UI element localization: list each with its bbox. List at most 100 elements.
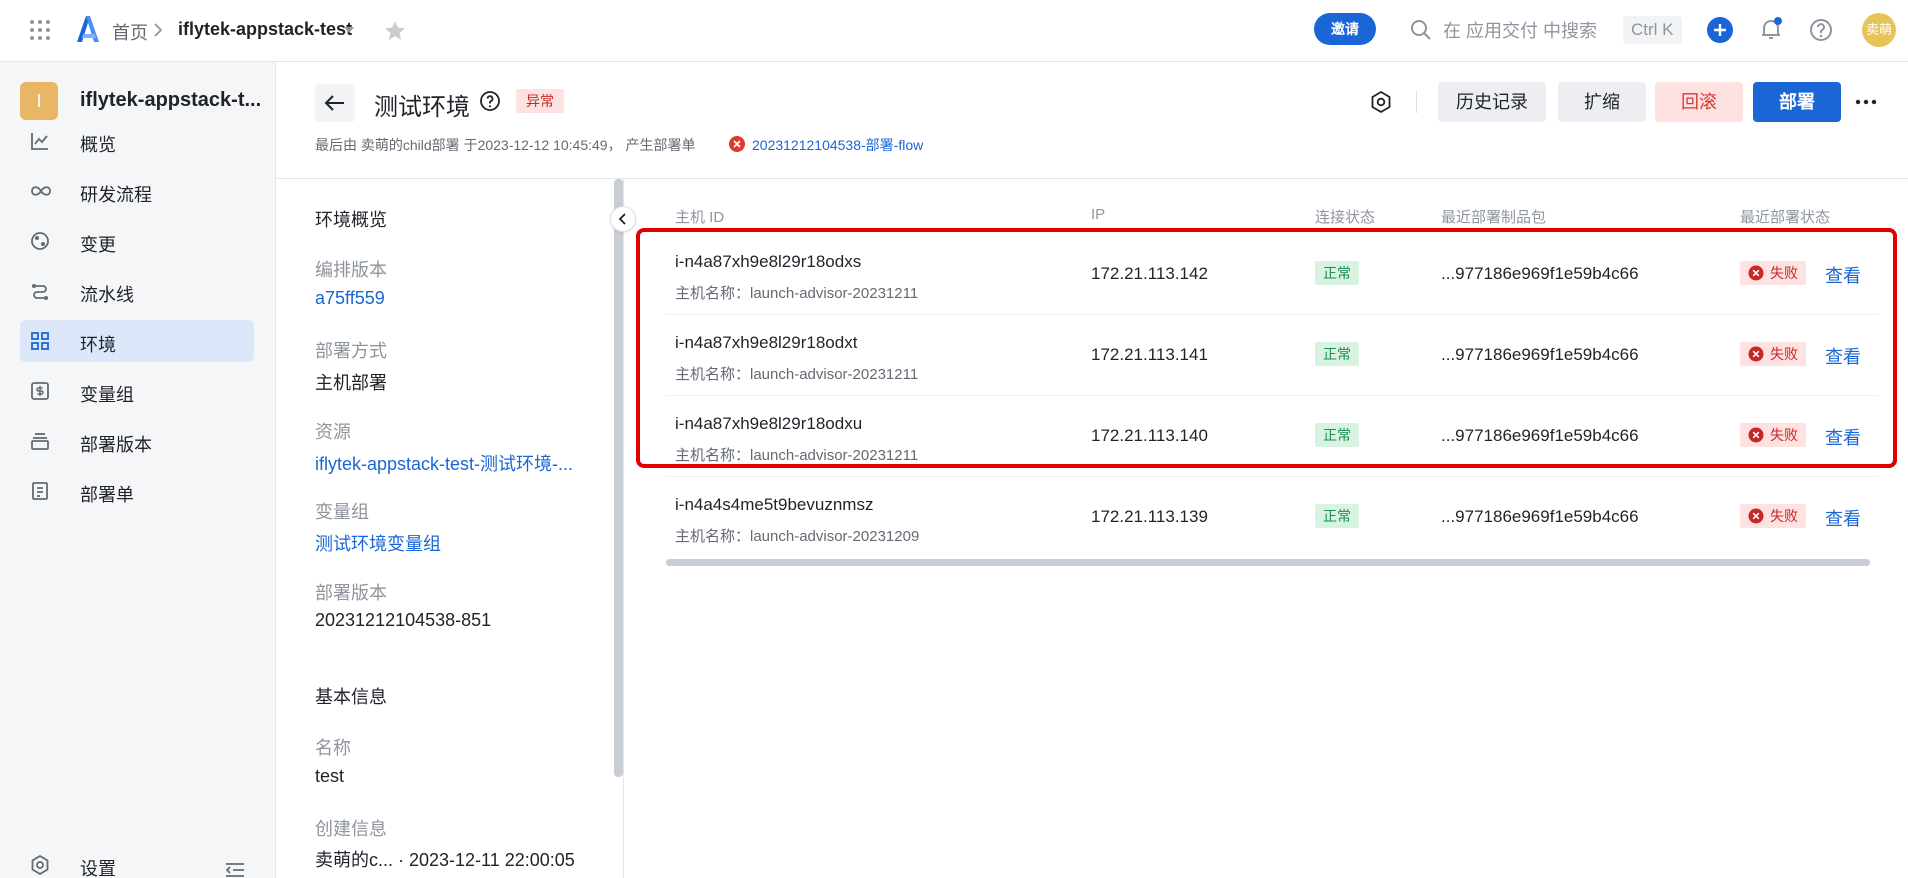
connection-status-badge: 正常 — [1315, 423, 1359, 447]
host-id: i-n4a87xh9e8l29r18odxt — [675, 333, 858, 352]
connection-status-badge: 正常 — [1315, 504, 1359, 528]
toolbar-divider — [1416, 91, 1417, 113]
user-avatar[interactable]: 卖萌 — [1862, 13, 1896, 47]
environment-settings-icon[interactable] — [1368, 89, 1394, 115]
sidebar-item-dev-flow[interactable]: 研发流程 — [20, 170, 254, 212]
sidebar-item-deploy-version[interactable]: 部署版本 — [20, 420, 254, 462]
column-header-ip: IP — [1091, 206, 1106, 223]
breadcrumb-home[interactable]: 首页 — [112, 19, 148, 45]
resource-link[interactable]: iflytek-appstack-test-测试环境-... — [315, 450, 573, 476]
create-plus-button[interactable] — [1707, 17, 1733, 43]
sidebar-item-label: 概览 — [80, 135, 116, 155]
column-header-deploy-status: 最近部署状态 — [1740, 209, 1831, 226]
view-link[interactable]: 查看 — [1825, 505, 1861, 531]
variable-group-icon — [30, 381, 50, 401]
host-name: 主机名称：launch-advisor-20231211 — [675, 285, 919, 302]
table-row: i-n4a87xh9e8l29r18odxs 主机名称：launch-advis… — [666, 234, 1878, 314]
search-icon — [1410, 19, 1432, 41]
error-circle-icon — [1748, 508, 1764, 524]
breadcrumb-chevron-icon — [152, 22, 164, 38]
sidebar-item-label: 流水线 — [80, 285, 134, 305]
app-grid-icon[interactable] — [29, 19, 51, 41]
sidebar-item-changes[interactable]: 变更 — [20, 220, 254, 262]
collapse-panel-button[interactable] — [610, 206, 636, 232]
sidebar-item-label: 变更 — [80, 235, 116, 255]
sidebar-item-environment[interactable]: 环境 — [20, 320, 254, 362]
deploy-status-badge: 失败 — [1740, 423, 1806, 447]
history-button[interactable]: 历史记录 — [1438, 82, 1546, 122]
deploy-package: ...977186e969f1e59b4c66 — [1441, 426, 1639, 445]
breadcrumb-project[interactable]: iflytek-appstack-test — [178, 19, 352, 40]
deploy-status-badge: 失败 — [1740, 504, 1806, 528]
host-ip: 172.21.113.140 — [1091, 426, 1208, 445]
column-header-connection: 连接状态 — [1315, 209, 1376, 226]
invite-button[interactable]: 邀请 — [1314, 13, 1376, 45]
scale-button[interactable]: 扩缩 — [1558, 82, 1646, 122]
deploy-flow-link[interactable]: 20231212104538-部署-flow — [752, 135, 923, 155]
status-badge: 异常 — [516, 89, 564, 113]
help-icon[interactable] — [1808, 17, 1834, 43]
star-icon[interactable] — [383, 19, 407, 43]
table-row: i-n4a87xh9e8l29r18odxu 主机名称：launch-advis… — [666, 395, 1878, 475]
sidebar-project-name[interactable]: iflytek-appstack-t... — [80, 89, 261, 112]
error-circle-icon — [1748, 265, 1764, 281]
field-label: 创建信息 — [315, 819, 387, 839]
sidebar-item-deploy-order[interactable]: 部署单 — [20, 470, 254, 512]
left-sidebar: I iflytek-appstack-t... 概览 研发流程 变更 流水线 环… — [0, 62, 276, 878]
field-label: 编排版本 — [315, 260, 387, 280]
deploy-status-text: 失败 — [1770, 265, 1798, 281]
deploy-package: ...977186e969f1e59b4c66 — [1441, 507, 1639, 526]
environment-overview-panel: 环境概览 编排版本 a75ff559 部署方式 主机部署 资源 iflytek-… — [276, 179, 624, 878]
deploy-package: ...977186e969f1e59b4c66 — [1441, 264, 1639, 283]
infinity-icon — [30, 181, 51, 201]
orchestration-version-link[interactable]: a75ff559 — [315, 288, 385, 309]
sidebar-item-pipeline[interactable]: 流水线 — [20, 270, 254, 312]
error-circle-icon — [1748, 346, 1764, 362]
rollback-button[interactable]: 回滚 — [1655, 82, 1743, 122]
host-name: 主机名称：launch-advisor-20231211 — [675, 447, 919, 464]
host-name: 主机名称：launch-advisor-20231211 — [675, 366, 919, 383]
table-horizontal-scrollbar[interactable] — [666, 559, 1870, 566]
connection-status-badge: 正常 — [1315, 342, 1359, 366]
variable-group-link[interactable]: 测试环境变量组 — [315, 530, 441, 556]
back-button[interactable] — [315, 84, 355, 122]
deploy-method-value: 主机部署 — [315, 373, 387, 393]
column-header-host-id: 主机 ID — [675, 209, 725, 226]
overview-scrollbar[interactable] — [614, 179, 623, 777]
more-icon[interactable] — [1855, 92, 1877, 112]
created-info-value: 卖萌的c... · 2023-12-11 22:00:05 — [315, 850, 575, 870]
sidebar-item-label: 变量组 — [80, 385, 134, 405]
sidebar-item-label: 部署版本 — [80, 435, 152, 455]
field-label: 资源 — [315, 422, 351, 442]
sidebar-item-variable-group[interactable]: 变量组 — [20, 370, 254, 412]
deploy-button[interactable]: 部署 — [1753, 82, 1841, 122]
notification-bell-icon[interactable] — [1758, 16, 1784, 42]
deploy-status-badge: 失败 — [1740, 261, 1806, 285]
search-input[interactable] — [1443, 17, 1623, 45]
app-logo-icon[interactable] — [75, 14, 101, 44]
view-link[interactable]: 查看 — [1825, 262, 1861, 288]
deploy-order-icon — [30, 481, 50, 501]
sidebar-collapse-icon[interactable] — [224, 860, 246, 878]
name-value: test — [315, 766, 345, 786]
settings-gear-icon — [30, 855, 50, 875]
view-link[interactable]: 查看 — [1825, 424, 1861, 450]
deploy-meta-text: 最后由 卖萌的child部署 于2023-12-12 10:45:49， 产生部… — [315, 137, 696, 153]
error-circle-icon — [728, 135, 746, 153]
caret-down-icon[interactable] — [342, 23, 356, 37]
project-avatar: I — [20, 82, 58, 120]
help-circle-icon[interactable] — [479, 90, 501, 112]
sidebar-item-settings[interactable]: 设置 — [20, 844, 254, 878]
error-circle-icon — [1748, 427, 1764, 443]
host-id: i-n4a87xh9e8l29r18odxu — [675, 414, 863, 433]
host-ip: 172.21.113.142 — [1091, 264, 1208, 283]
deploy-status-badge: 失败 — [1740, 342, 1806, 366]
view-link[interactable]: 查看 — [1825, 343, 1861, 369]
host-ip: 172.21.113.141 — [1091, 345, 1208, 364]
table-row: i-n4a4s4me5t9bevuznmsz 主机名称：launch-advis… — [666, 476, 1878, 556]
sidebar-item-label: 环境 — [80, 335, 116, 355]
field-label: 部署方式 — [315, 341, 387, 361]
search-shortcut-badge: Ctrl K — [1623, 16, 1682, 44]
field-label: 部署版本 — [315, 583, 387, 603]
sidebar-item-overview[interactable]: 概览 — [20, 120, 254, 162]
